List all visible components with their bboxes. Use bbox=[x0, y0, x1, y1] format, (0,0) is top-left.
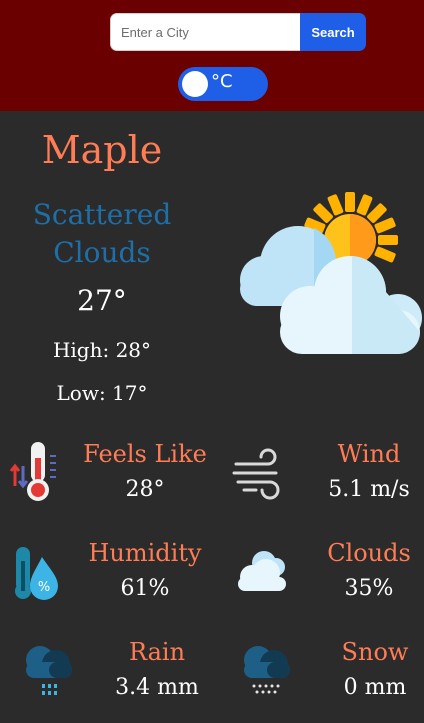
city-search-input[interactable] bbox=[110, 13, 300, 51]
high-temperature: High: 28° bbox=[52, 338, 152, 362]
city-name: Maple bbox=[41, 128, 163, 172]
unit-label: °C bbox=[211, 71, 233, 92]
detail-title: Humidity bbox=[88, 539, 202, 567]
thermometer-icon bbox=[9, 442, 56, 501]
svg-text:%: % bbox=[38, 580, 50, 595]
detail-value: 35% bbox=[344, 576, 394, 601]
clouds-icon bbox=[238, 551, 286, 591]
humidity-icon: % bbox=[15, 547, 58, 600]
header-bar: Search °C bbox=[0, 0, 424, 111]
search-form: Search bbox=[110, 13, 366, 51]
detail-title: Feels Like bbox=[83, 440, 207, 468]
detail-title: Snow bbox=[341, 638, 409, 666]
wind-icon bbox=[232, 448, 280, 500]
detail-value: 5.1 m/s bbox=[328, 477, 410, 502]
detail-value: 61% bbox=[120, 576, 170, 601]
detail-wind: Wind 5.1 m/s bbox=[230, 440, 424, 520]
weather-condition: Scattered Clouds bbox=[0, 196, 204, 272]
condition-line-2: Clouds bbox=[53, 236, 151, 269]
condition-line-1: Scattered bbox=[32, 198, 172, 231]
detail-title: Clouds bbox=[327, 539, 411, 567]
rain-icon bbox=[26, 646, 72, 695]
detail-rain: Rain 3.4 mm bbox=[18, 638, 230, 718]
detail-humidity: % Humidity 61% bbox=[6, 539, 218, 619]
snow-icon bbox=[244, 646, 290, 694]
search-button[interactable]: Search bbox=[300, 13, 366, 51]
detail-title: Rain bbox=[128, 638, 186, 666]
current-temperature: 27° bbox=[77, 284, 127, 317]
sun-behind-clouds-icon bbox=[240, 192, 422, 354]
detail-title: Wind bbox=[337, 440, 401, 468]
detail-value: 28° bbox=[125, 477, 165, 502]
unit-toggle[interactable]: °C bbox=[178, 67, 268, 101]
detail-value: 0 mm bbox=[343, 675, 407, 700]
detail-clouds: Clouds 35% bbox=[230, 539, 424, 619]
low-temperature: Low: 17° bbox=[56, 381, 148, 405]
detail-value: 3.4 mm bbox=[115, 675, 199, 700]
detail-snow: Snow 0 mm bbox=[236, 638, 424, 718]
toggle-knob bbox=[182, 71, 208, 97]
detail-feels-like: Feels Like 28° bbox=[6, 440, 218, 520]
